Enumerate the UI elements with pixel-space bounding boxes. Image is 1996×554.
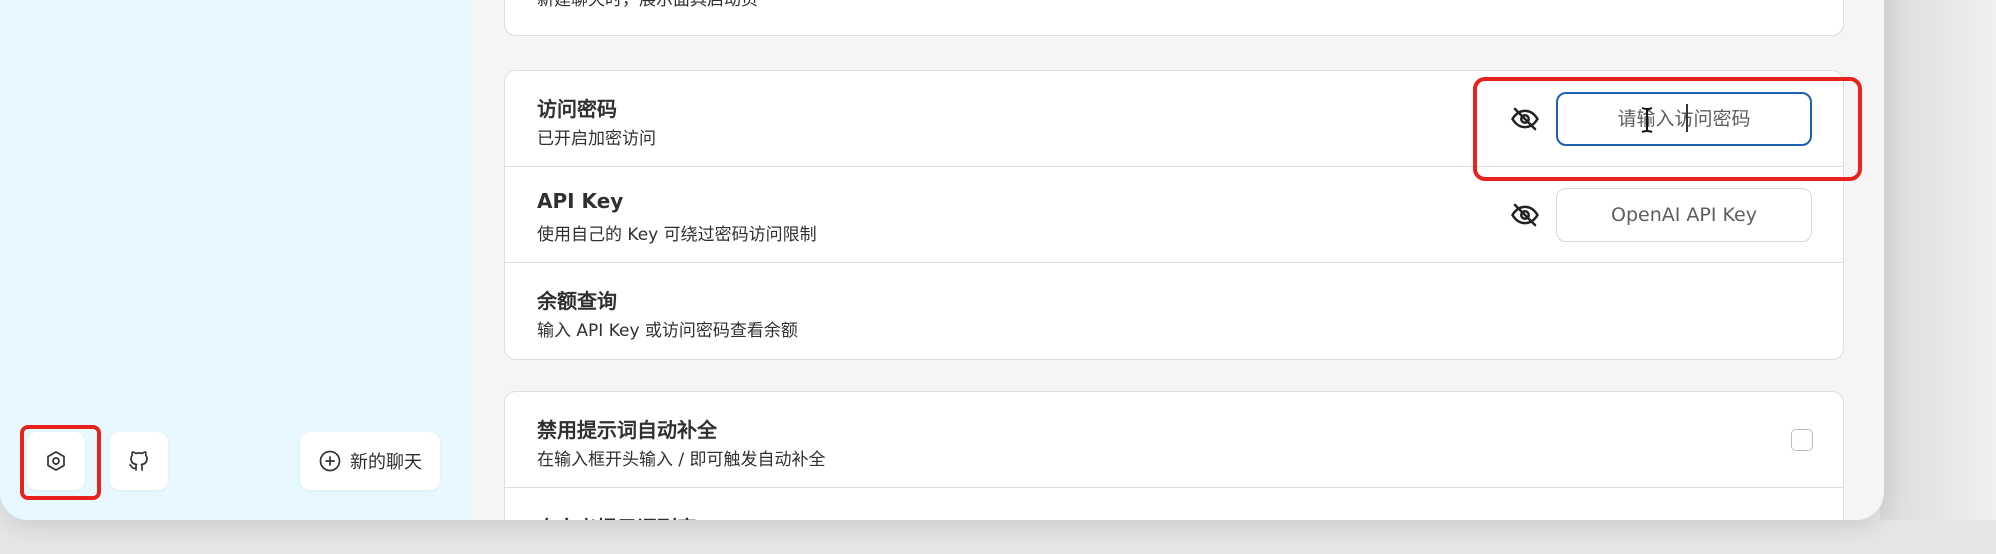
access-code-subtitle: 已开启加密访问 [537,129,656,149]
setting-row-api-key: API Key 使用自己的 Key 可绕过密码访问限制 [505,167,1843,263]
text-insertion-caret [1686,104,1688,132]
desktop-background-bottom [0,520,1996,554]
plus-circle-icon [319,450,341,472]
api-key-subtitle: 使用自己的 Key 可绕过密码访问限制 [537,225,817,245]
app-window: 新的聊天 新建聊天时，展示面具启动页 访问密码 已开启加密访问 请输入访问密码 … [0,0,1884,520]
new-chat-button[interactable]: 新的聊天 [300,432,440,490]
github-icon [129,451,148,471]
settings-card-mask: 新建聊天时，展示面具启动页 [504,0,1844,36]
setting-row-mask-start: 新建聊天时，展示面具启动页 [505,0,1843,35]
balance-subtitle: 输入 API Key 或访问密码查看余额 [537,321,798,341]
api-key-title: API Key [537,189,624,213]
settings-card-prompts: 禁用提示词自动补全 在输入框开头输入 / 即可触发自动补全 自定义提示词列表 [504,391,1844,520]
access-code-input[interactable] [1556,92,1812,146]
sidebar: 新的聊天 [0,0,470,520]
disable-autocomplete-checkbox[interactable] [1791,429,1813,451]
custom-prompts-title: 自定义提示词列表 [537,512,697,520]
github-button[interactable] [110,432,168,490]
settings-panel: 新建聊天时，展示面具启动页 访问密码 已开启加密访问 API Key 使用自己的… [470,0,1884,520]
setting-row-balance: 余额查询 输入 API Key 或访问密码查看余额 [505,263,1843,359]
settings-button[interactable] [27,432,85,490]
desktop-background-right [1880,0,1996,554]
disable-autocomplete-subtitle: 在输入框开头输入 / 即可触发自动补全 [537,450,826,470]
disable-autocomplete-title: 禁用提示词自动补全 [537,418,717,442]
eye-off-icon[interactable] [1510,104,1540,134]
setting-row-custom-prompts[interactable]: 自定义提示词列表 [505,488,1843,520]
access-code-title: 访问密码 [537,97,617,121]
text-cursor-icon [1641,107,1653,133]
new-chat-label: 新的聊天 [350,452,422,473]
setting-row-disable-autocomplete: 禁用提示词自动补全 在输入框开头输入 / 即可触发自动补全 [505,392,1843,488]
settings-icon [47,451,65,471]
api-key-input[interactable] [1556,188,1812,242]
eye-off-icon[interactable] [1510,200,1540,230]
balance-title: 余额查询 [537,289,617,313]
mask-start-subtitle: 新建聊天时，展示面具启动页 [537,0,758,10]
